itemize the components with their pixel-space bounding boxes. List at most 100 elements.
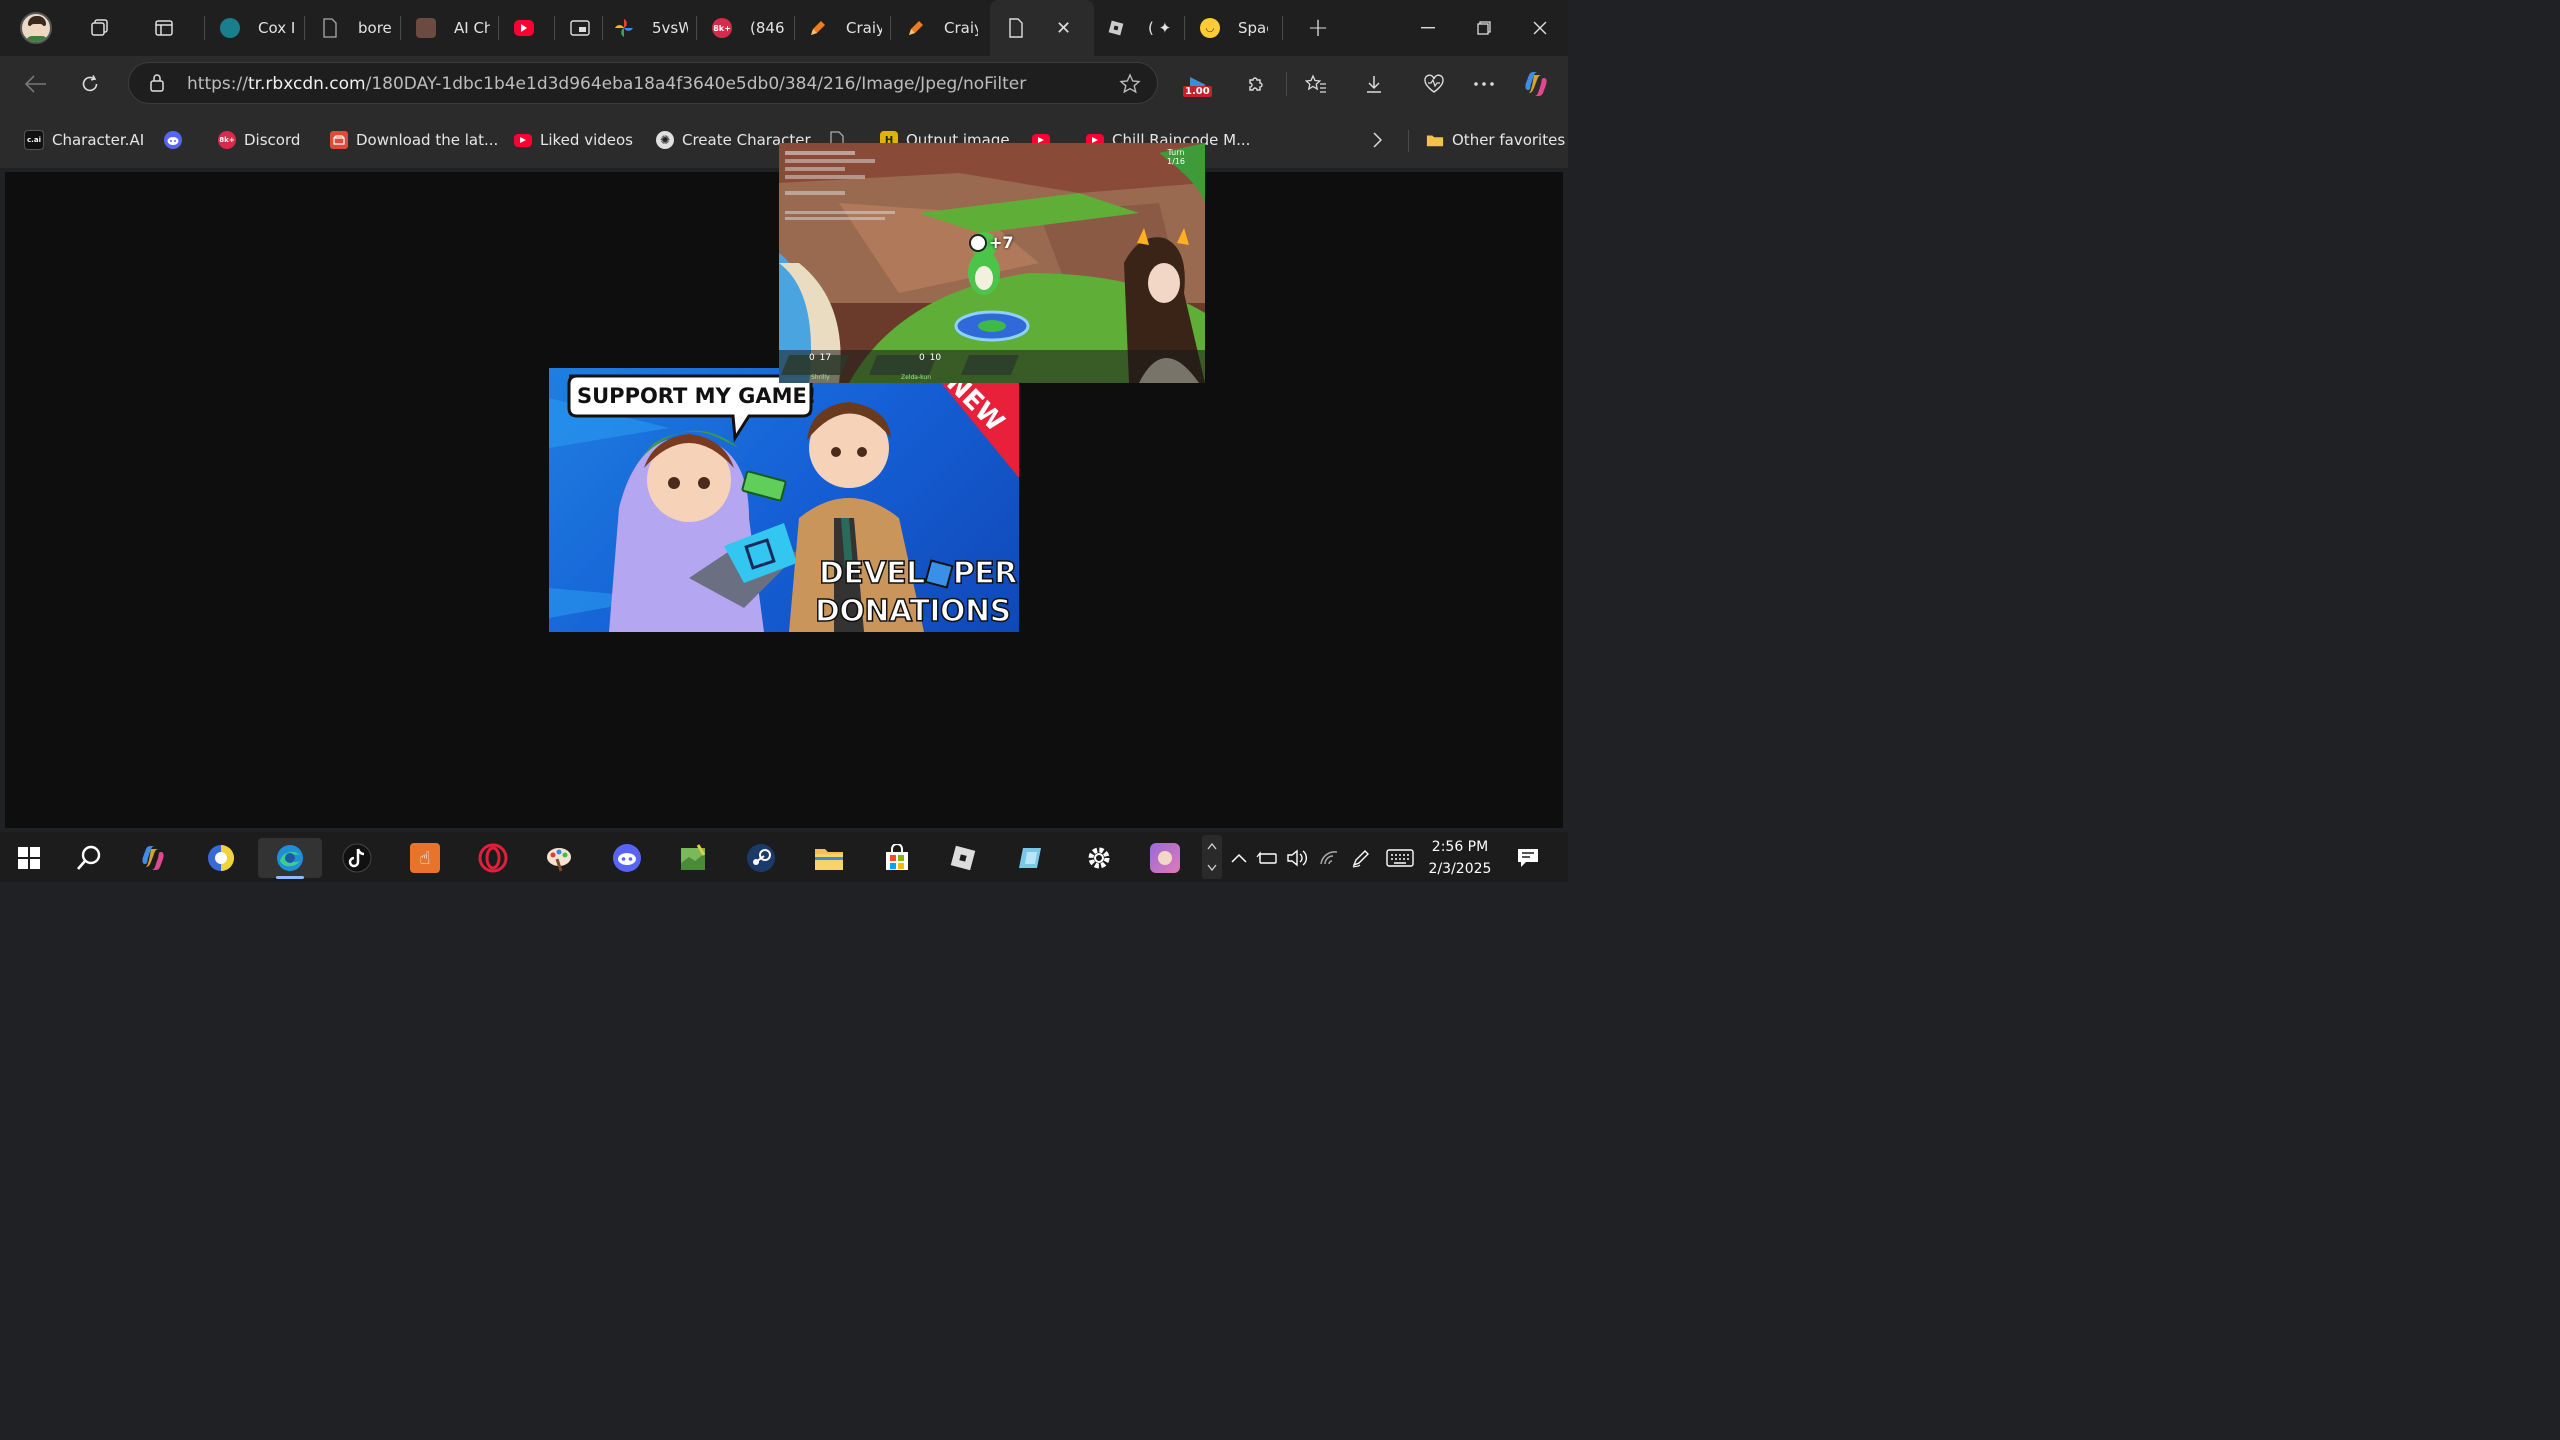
roblox-icon[interactable] <box>940 838 986 878</box>
close-tab-icon[interactable]: ✕ <box>1056 18 1071 39</box>
search-icon[interactable] <box>66 838 112 878</box>
tab-label: bore <box>358 19 392 37</box>
windows-start-icon[interactable] <box>6 838 52 878</box>
new-tab-button[interactable]: + <box>1290 0 1346 56</box>
tab-pip[interactable] <box>562 8 602 48</box>
tab-label: (846 <box>750 19 784 37</box>
hud-coins-2: 10 <box>929 353 942 363</box>
roblox-logo-icon <box>924 558 954 589</box>
tiktok-icon[interactable] <box>334 838 380 878</box>
profile-avatar[interactable] <box>20 12 52 44</box>
store-icon <box>330 131 348 149</box>
favorites-icon[interactable] <box>1300 68 1332 100</box>
extensions-puzzle-icon[interactable] <box>1240 68 1272 100</box>
hand-app-icon[interactable]: ☝ <box>402 838 448 878</box>
settings-icon[interactable] <box>1076 838 1122 878</box>
avatar-app-icon[interactable] <box>1142 838 1188 878</box>
score-popup: +7 <box>969 233 1014 252</box>
notifications-icon[interactable] <box>1506 838 1550 878</box>
address-bar[interactable]: https://tr.rbxcdn.com/180DAY-1dbc1b4e1d3… <box>128 62 1158 104</box>
other-favorites[interactable]: Other favorites <box>1426 128 1565 152</box>
tab-5vsw[interactable]: 5vsW <box>606 8 696 48</box>
bookmark-label: Discord <box>244 131 301 149</box>
touch-keyboard-icon[interactable] <box>1380 838 1420 878</box>
volume-icon[interactable] <box>1284 838 1310 878</box>
url-text[interactable]: https://tr.rbxcdn.com/180DAY-1dbc1b4e1d3… <box>187 74 1026 94</box>
tab-cox[interactable]: Cox I <box>212 8 304 48</box>
url-scheme: https:// <box>187 74 248 94</box>
more-options-icon[interactable] <box>1468 68 1500 100</box>
app-icon[interactable] <box>198 838 244 878</box>
minimize-button[interactable] <box>1400 0 1456 56</box>
lock-icon[interactable] <box>149 73 165 97</box>
tab-label: Cox I <box>258 19 296 37</box>
browser-essentials-icon[interactable] <box>1418 68 1450 100</box>
hud-player-name-2: Zelda-kun <box>901 374 932 381</box>
caption-line-1: DEVEL PER <box>818 555 1018 592</box>
paint-app-icon[interactable] <box>536 838 582 878</box>
bookmark-character-ai[interactable]: c.ai Character.AI <box>24 128 144 152</box>
bookmark-label: Character.AI <box>52 131 145 149</box>
hud-player-2: 0 10 <box>919 354 941 363</box>
discord-icon[interactable] <box>604 838 650 878</box>
tab-actions-icon[interactable] <box>148 12 180 44</box>
microsoft-store-icon[interactable] <box>874 838 920 878</box>
tab-active-image[interactable]: ✕ <box>990 0 1094 56</box>
tab-roblox[interactable]: ( ✦ ) <box>1098 8 1182 48</box>
system-clock[interactable]: 2:56 PM 2/3/2025 <box>1424 836 1496 880</box>
back-arrow-icon[interactable] <box>20 68 52 100</box>
tab-strip: Cox I bore AI Ch 5vsW 8k+ (846 Craiy Cra… <box>0 0 1568 56</box>
tab-notifications[interactable]: 8k+ (846 <box>704 8 792 48</box>
tab-spaces[interactable]: ◡ Spac <box>1192 8 1276 48</box>
bookmark-discord-icon-only[interactable] <box>164 128 182 152</box>
other-favorites-label: Other favorites <box>1452 131 1566 149</box>
tab-youtube[interactable] <box>506 8 554 48</box>
hud-stars-1: 0 <box>809 353 815 363</box>
workspaces-icon[interactable] <box>84 12 116 44</box>
chevron-right-icon[interactable] <box>1372 128 1382 152</box>
hugging-face-icon: ◡ <box>1200 18 1220 38</box>
tab-bore[interactable]: bore <box>312 8 400 48</box>
restore-button[interactable] <box>1456 0 1512 56</box>
bookmark-download[interactable]: Download the lat... <box>330 128 498 152</box>
favorite-star-icon[interactable] <box>1119 73 1141 99</box>
hud-player-1: 0 17 <box>809 354 831 363</box>
battery-icon[interactable] <box>1254 838 1280 878</box>
copilot-icon[interactable] <box>1520 68 1552 100</box>
score-popup-value: +7 <box>989 233 1014 252</box>
downloads-icon[interactable] <box>1358 68 1390 100</box>
tab-ai-chat[interactable]: AI Ch <box>408 8 498 48</box>
bookmark-liked-videos[interactable]: Liked videos <box>514 128 633 152</box>
refresh-icon[interactable] <box>74 68 106 100</box>
roblox-badge-icon: 8k+ <box>712 18 732 38</box>
steam-icon[interactable] <box>738 838 784 878</box>
show-hidden-icons-icon[interactable] <box>1226 838 1252 878</box>
windows-taskbar: ☝ 2:56 PM 2/3/2025 <box>0 832 1568 882</box>
extension-speed-icon[interactable]: 1.00 <box>1180 68 1216 100</box>
clock-time: 2:56 PM <box>1431 839 1489 855</box>
clock-coin-icon <box>969 233 987 252</box>
taskbar-scroll[interactable] <box>1202 835 1222 879</box>
pen-icon[interactable] <box>1348 838 1374 878</box>
pinwheel-icon <box>614 18 634 38</box>
tab-separator <box>602 16 603 40</box>
copilot-icon[interactable] <box>130 838 176 878</box>
tab-label: Craiy <box>846 19 882 37</box>
game-stream-overlay[interactable]: +7 Turn 1/16 0 17 0 10 Shrilly Zelda-kun <box>779 143 1205 383</box>
tab-craiyon-2[interactable]: Craiy <box>898 8 986 48</box>
tab-separator <box>1184 16 1185 40</box>
donations-thumbnail-image: SUPPORT MY GAME! NEW DEVEL PER DONATIONS <box>549 368 1019 632</box>
turn-label: Turn <box>1167 148 1185 157</box>
hud-stars-2: 0 <box>919 353 925 363</box>
edge-taskbar-button[interactable] <box>258 838 322 879</box>
tab-craiyon-1[interactable]: Craiy <box>800 8 890 48</box>
bookmark-discord[interactable]: 8k+ Discord <box>218 128 300 152</box>
file-explorer-icon[interactable] <box>806 838 852 878</box>
bookmark-label: Download the lat... <box>356 131 499 149</box>
game-app-icon[interactable] <box>670 838 716 878</box>
tab-label: Craiy <box>944 19 978 37</box>
roblox-studio-icon[interactable] <box>1008 838 1054 878</box>
wifi-icon[interactable] <box>1316 838 1342 878</box>
close-window-button[interactable] <box>1512 0 1568 56</box>
opera-icon[interactable] <box>470 838 516 878</box>
